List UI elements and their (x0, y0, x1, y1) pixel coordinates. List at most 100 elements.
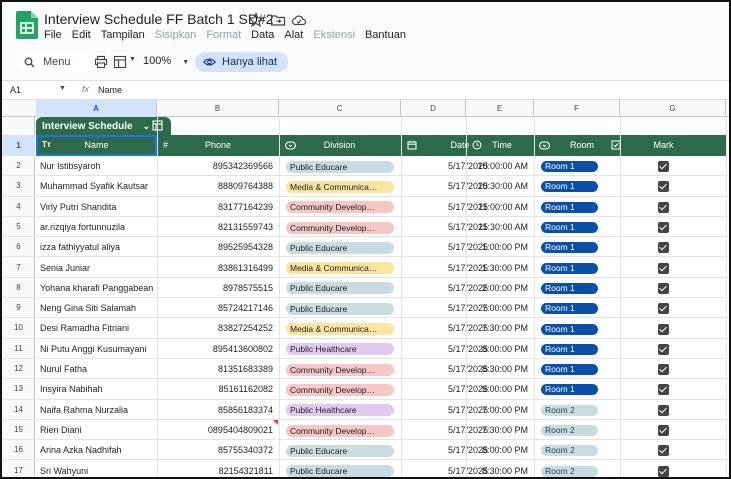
phone-cell[interactable]: 83861316499 (157, 258, 273, 278)
format-table-icon[interactable] (113, 55, 127, 69)
room-chip[interactable]: Room 1 (541, 222, 598, 234)
row-header[interactable]: 7 (2, 258, 35, 278)
name-cell[interactable]: Muhammad Syafik Kautsar (40, 176, 155, 196)
column-header-a[interactable]: A (36, 100, 157, 117)
header-room[interactable]: Room (534, 135, 620, 156)
name-cell[interactable]: izza fathiyyatul aliya (40, 237, 155, 257)
time-cell[interactable]: 8:30:00 PM (466, 359, 528, 379)
phone-cell[interactable]: 0895404809021 (157, 420, 273, 440)
table-row[interactable]: Nurul Fatha 81351683389 Community Develop…… (36, 359, 726, 380)
table-row[interactable]: Muhammad Syafik Kautsar 88809764388 Media … (36, 176, 726, 197)
room-chip[interactable]: Room 2 (541, 404, 598, 416)
time-cell[interactable]: 10:30:00 AM (466, 176, 528, 196)
phone-cell[interactable]: 83177164239 (157, 197, 273, 217)
division-cell[interactable]: Media & Communica… (286, 318, 398, 338)
checked-checkbox-icon[interactable] (658, 262, 669, 274)
row-header[interactable]: 14 (2, 400, 35, 420)
menu-search[interactable]: Menu (16, 52, 96, 72)
checked-checkbox-icon[interactable] (658, 384, 669, 396)
division-chip[interactable]: Public Educare (286, 241, 394, 254)
division-cell[interactable]: Public Healthcare (286, 339, 398, 359)
division-cell[interactable]: Media & Communica… (286, 176, 398, 196)
mark-cell[interactable] (658, 420, 670, 440)
name-cell[interactable]: Arina Azka Nadhifah (40, 440, 155, 460)
mark-cell[interactable] (658, 156, 670, 176)
mark-cell[interactable] (658, 461, 670, 478)
division-cell[interactable]: Public Educare (286, 440, 398, 460)
division-cell[interactable]: Community Develop… (286, 359, 398, 379)
room-cell[interactable]: Room 1 (541, 339, 603, 359)
header-time[interactable]: Time (466, 135, 534, 156)
row-header[interactable]: 9 (2, 298, 35, 319)
row-header[interactable]: 3 (2, 176, 35, 197)
mark-cell[interactable] (658, 176, 670, 196)
phone-cell[interactable]: 82154321811 (157, 461, 273, 478)
table-row[interactable]: Yohana kharafi Panggabean 8978575515 Publi… (36, 278, 726, 299)
name-cell[interactable]: Insyira Nabihah (40, 379, 155, 399)
checked-checkbox-icon[interactable] (658, 303, 669, 315)
division-chip[interactable]: Public Educare (286, 282, 394, 295)
division-chip[interactable]: Public Educare (286, 160, 394, 173)
mark-cell[interactable] (658, 197, 670, 217)
header-division[interactable]: Division (279, 135, 400, 156)
table-row[interactable]: izza fathiyyatul aliya 89525954328 Public … (36, 237, 726, 258)
row-header[interactable]: 12 (2, 359, 35, 380)
room-chip[interactable]: Room 1 (541, 364, 598, 376)
division-cell[interactable]: Public Educare (286, 461, 398, 477)
room-cell[interactable]: Room 1 (541, 197, 603, 217)
phone-cell[interactable]: 88809764388 (157, 176, 273, 196)
mark-cell[interactable] (658, 339, 670, 359)
table-row[interactable]: Sri Wahyuni 82154321811 Public Educare 5/17… (36, 461, 726, 478)
header-phone[interactable]: Phone (158, 135, 278, 156)
row-header[interactable]: 13 (2, 379, 35, 400)
division-cell[interactable]: Public Educare (286, 237, 398, 257)
row-header[interactable]: 17 (2, 461, 35, 478)
menu-sisipkan[interactable]: Sisipkan (155, 29, 197, 41)
room-cell[interactable]: Room 1 (541, 258, 603, 278)
room-chip[interactable]: Room 1 (541, 161, 598, 173)
phone-cell[interactable]: 895342369566 (157, 156, 273, 176)
division-chip[interactable]: Community Develop… (286, 383, 394, 396)
time-cell[interactable]: 8:00:00 PM (466, 339, 528, 359)
phone-cell[interactable]: 85724217146 (157, 298, 273, 318)
room-chip[interactable]: Room 2 (541, 425, 598, 437)
mark-cell[interactable] (658, 237, 670, 257)
division-cell[interactable]: Public Healthcare (286, 400, 398, 420)
zoom-select[interactable]: 100% ▼ (143, 55, 189, 67)
division-chip[interactable]: Community Develop… (286, 363, 394, 376)
division-chip[interactable]: Public Healthcare (286, 343, 394, 356)
division-cell[interactable]: Community Develop… (286, 197, 398, 217)
table-row[interactable]: Neng Gina Siti Salamah 85724217146 Public … (36, 298, 726, 319)
division-chip[interactable]: Public Educare (286, 302, 394, 315)
mark-cell[interactable] (658, 359, 670, 379)
room-chip[interactable]: Room 1 (541, 303, 598, 315)
checked-checkbox-icon[interactable] (658, 465, 669, 477)
room-cell[interactable]: Room 1 (541, 156, 603, 176)
name-cell[interactable]: Nurul Fatha (40, 359, 155, 379)
phone-cell[interactable]: 81351683389 (157, 359, 273, 379)
row-header[interactable]: 11 (2, 339, 35, 359)
name-box[interactable]: A1 (10, 85, 21, 95)
phone-cell[interactable]: 85161162082 (157, 379, 273, 399)
menu-format[interactable]: Format (206, 29, 241, 41)
time-cell[interactable]: 8:30:00 PM (466, 461, 528, 478)
menu-alat[interactable]: Alat (284, 29, 303, 41)
checked-checkbox-icon[interactable] (658, 323, 669, 335)
room-cell[interactable]: Room 1 (541, 176, 603, 196)
division-chip[interactable]: Media & Communica… (286, 262, 394, 275)
room-chip[interactable]: Room 2 (541, 465, 598, 477)
table-row[interactable]: Arina Azka Nadhifah 85755340372 Public Edu… (36, 440, 726, 461)
division-cell[interactable]: Media & Communica… (286, 258, 398, 278)
division-chip[interactable]: Public Educare (286, 444, 394, 457)
name-cell[interactable]: ar.rizqiya fortunnuzila (40, 217, 155, 237)
checked-checkbox-icon[interactable] (658, 425, 669, 437)
time-cell[interactable]: 7:30:00 PM (466, 420, 528, 440)
table-name-tab[interactable]: Interview Schedule ⌄ (36, 117, 171, 135)
division-chip[interactable]: Community Develop… (286, 201, 394, 214)
room-cell[interactable]: Room 1 (541, 359, 603, 379)
name-cell[interactable]: Desi Ramadha Fitriani (40, 318, 155, 338)
row-header[interactable]: 2 (2, 156, 35, 177)
table-row[interactable]: Desi Ramadha Fitriani 83827254252 Media & … (36, 318, 726, 339)
division-chip[interactable]: Public Educare (286, 465, 394, 477)
division-cell[interactable]: Community Develop… (286, 420, 398, 440)
